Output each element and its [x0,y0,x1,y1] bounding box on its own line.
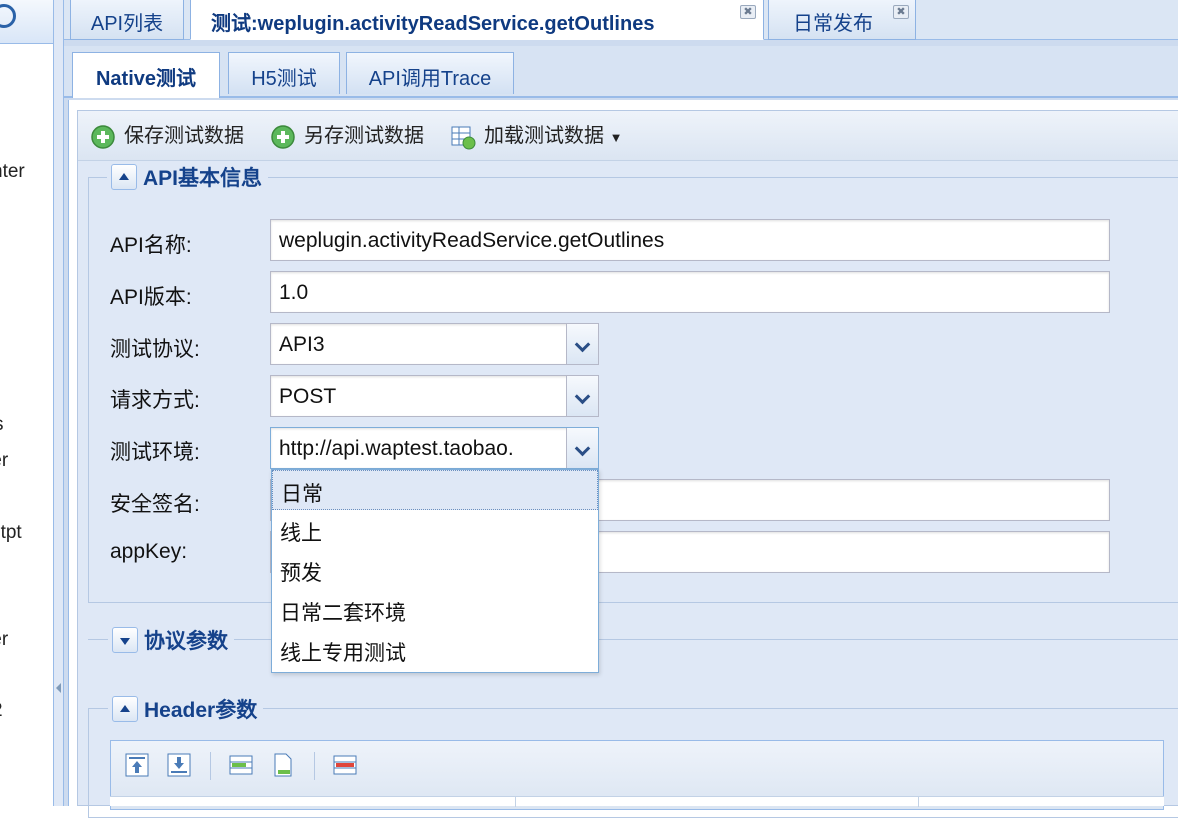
new-file-icon[interactable] [270,752,296,778]
close-icon[interactable]: ✖ [893,5,909,19]
move-top-icon[interactable] [124,752,150,778]
header-params-grid-body [110,796,1164,807]
left-panel-header [0,0,53,44]
selected-value: API3 [279,333,325,356]
env-option-online-test[interactable]: 线上专用测试 [272,630,598,670]
tab-label: H5测试 [251,68,317,90]
tab-api-trace[interactable]: API调用Trace [346,52,514,94]
dropdown-arrow-icon: ▼ [609,130,623,145]
selected-value: POST [279,385,337,408]
protocol-params-divider [88,639,1178,640]
button-label: 另存测试数据 [304,125,424,147]
env-option-daily2[interactable]: 日常二套环境 [272,590,598,630]
method-select[interactable]: POST [270,375,599,417]
header-params-legend[interactable]: Header参数 [108,694,264,724]
load-test-data-button[interactable]: 加载测试数据 ▼ [450,123,623,150]
left-list-item[interactable]: nter [0,161,25,183]
left-list-item[interactable]: ter [0,450,8,472]
env-option-online[interactable]: 线上 [272,510,598,550]
tab-label: 日常发布 [793,13,873,35]
protocol-label: 测试协议: [110,338,200,361]
main-area: API列表 测试:weplugin.activityReadService.ge… [64,0,1178,806]
button-label: 保存测试数据 [124,125,244,147]
search-icon[interactable] [0,4,16,28]
fieldset-title: API基本信息 [143,167,263,190]
api-version-label: API版本: [110,286,192,309]
left-panel: nter s ter etpt ter 2 [0,0,54,806]
tab-test-getoutlines[interactable]: 测试:weplugin.activityReadService.getOutli… [190,0,764,40]
tab-label: Native测试 [95,68,197,90]
fieldset-title: 协议参数 [144,630,228,653]
move-bottom-icon[interactable] [166,752,192,778]
toolbar-separator [210,752,211,780]
api-name-label: API名称: [110,234,192,257]
api-name-input[interactable]: weplugin.activityReadService.getOutlines [270,219,1110,261]
collapse-icon[interactable] [111,164,137,190]
delete-row-icon[interactable] [332,752,358,778]
left-list-item[interactable]: 2 [0,700,3,722]
test-mode-tab-strip: Native测试 H5测试 API调用Trace [64,46,1178,98]
env-select[interactable]: http://api.waptest.taobao. [270,427,599,469]
save-test-data-button[interactable]: 保存测试数据 [90,123,244,149]
env-label: 测试环境: [110,441,200,464]
left-list-item[interactable]: s [0,414,4,436]
tab-native-test[interactable]: Native测试 [72,52,220,98]
chevron-down-icon[interactable] [566,428,598,468]
tab-h5-test[interactable]: H5测试 [228,52,340,94]
protocol-select[interactable]: API3 [270,323,599,365]
test-data-toolbar: 保存测试数据 另存测试数据 加载测试数据 ▼ [78,111,1178,161]
method-label: 请求方式: [110,389,200,412]
add-icon [91,125,115,149]
collapse-splitter[interactable] [54,0,64,806]
chevron-down-icon[interactable] [566,324,598,364]
document-tab-strip: API列表 测试:weplugin.activityReadService.ge… [64,0,1178,40]
env-dropdown-list: 日常 线上 预发 日常二套环境 线上专用测试 [271,469,599,673]
tab-label: API列表 [90,13,164,35]
selected-value: http://api.waptest.taobao. [279,437,514,460]
collapse-icon[interactable] [112,696,138,722]
save-as-test-data-button[interactable]: 另存测试数据 [270,123,424,149]
tab-api-list[interactable]: API列表 [70,0,184,40]
expand-icon[interactable] [112,627,138,653]
left-list-item[interactable]: etpt [0,522,22,544]
api-basic-info-legend[interactable]: API基本信息 [107,162,269,192]
close-icon[interactable]: ✖ [740,5,756,19]
api-version-input[interactable]: 1.0 [270,271,1110,313]
collapse-arrow-icon[interactable] [56,683,61,693]
appkey-label: appKey: [110,540,188,563]
protocol-params-legend[interactable]: 协议参数 [108,625,234,655]
left-list-item[interactable]: ter [0,629,8,651]
add-icon [271,125,295,149]
tab-label: 测试:weplugin.activityReadService.getOutli… [211,13,655,35]
fieldset-title: Header参数 [144,699,258,722]
env-option-pre[interactable]: 预发 [272,550,598,590]
table-refresh-icon [451,126,476,150]
signature-label: 安全签名: [110,493,200,516]
button-label: 加载测试数据 [484,125,604,147]
toolbar-separator [314,752,315,780]
tab-label: API调用Trace [368,68,492,90]
env-option-daily[interactable]: 日常 [272,470,598,510]
chevron-down-icon[interactable] [566,376,598,416]
add-row-icon[interactable] [228,752,254,778]
tab-daily-release[interactable]: 日常发布 ✖ [768,0,916,40]
